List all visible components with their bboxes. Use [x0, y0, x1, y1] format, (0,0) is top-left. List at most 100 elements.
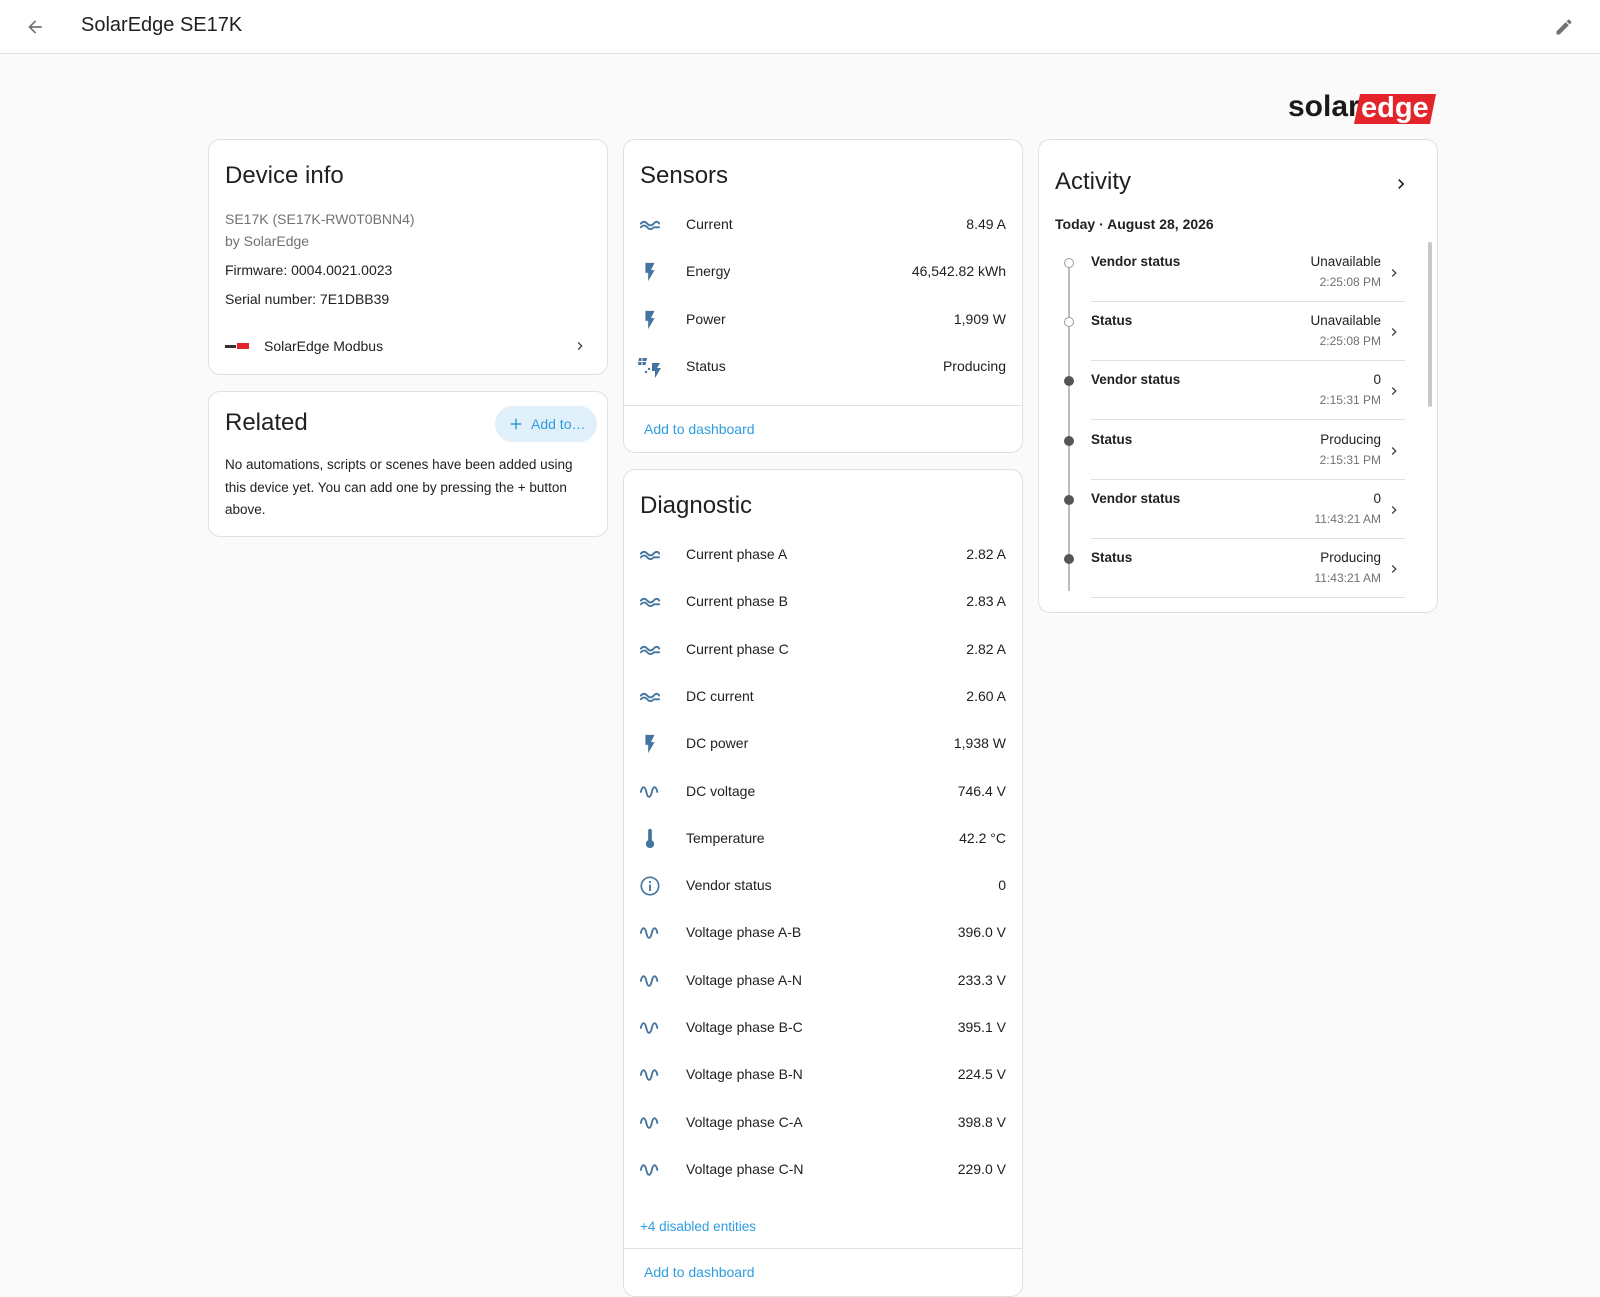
diagnostic-label: Temperature [686, 829, 765, 846]
pencil-icon [1556, 19, 1572, 35]
logbook-state: Unavailable [1310, 313, 1381, 329]
page-title: SolarEdge SE17K [81, 14, 243, 36]
sensor-value: 46,542.82 kWh [911, 263, 1006, 280]
logbook-entry[interactable]: Status Producing 2:15:31 PM [1039, 422, 1437, 480]
diagnostic-row[interactable]: Vendor status 0 [624, 863, 1022, 909]
diagnostic-row[interactable]: Voltage phase A-B 396.0 V [624, 910, 1022, 956]
diagnostic-add-to-dashboard[interactable]: Add to dashboard [644, 1264, 755, 1280]
diagnostic-row[interactable]: DC power 1,938 W [624, 721, 1022, 767]
logbook-entry[interactable]: Status Producing 11:43:21 AM [1039, 540, 1437, 598]
sensor-label: Power [686, 310, 726, 327]
sensor-row[interactable]: Energy 46,542.82 kWh [624, 249, 1022, 295]
diagnostic-value: 1,938 W [953, 735, 1006, 752]
related-card: Related Add to… No automations, scripts … [208, 391, 608, 537]
activity-open-button[interactable] [1389, 172, 1413, 196]
diagnostic-row[interactable]: DC voltage 746.4 V [624, 769, 1022, 815]
activity-card: Activity Today · August 28, 2026 Vendor … [1038, 139, 1438, 613]
sensors-divider [624, 405, 1022, 406]
sensors-card: Sensors Current 8.49 A Energy 46,542.82 kWh… [623, 139, 1023, 453]
logbook-divider [1091, 419, 1405, 421]
integration-link[interactable]: SolarEdge Modbus [209, 328, 607, 364]
chevron-right-icon [572, 338, 588, 354]
diagnostic-row[interactable]: Voltage phase B-C 395.1 V [624, 1005, 1022, 1051]
diagnostic-label: Voltage phase B-C [686, 1019, 803, 1035]
logbook-divider [1091, 360, 1405, 362]
sensor-row[interactable]: Current 8.49 A [624, 202, 1022, 248]
sine-wave-icon [638, 1063, 662, 1087]
logbook-entity-name: Status [1091, 313, 1133, 329]
related-title: Related [225, 409, 308, 436]
diagnostic-row[interactable]: Voltage phase C-A 398.8 V [624, 1100, 1022, 1146]
logbook-divider [1091, 478, 1405, 480]
logbook-entry[interactable]: Vendor status 0 11:43:21 AM [1039, 481, 1437, 539]
logbook-state: 0 [1373, 490, 1381, 506]
sine-wave-icon [638, 1158, 662, 1182]
sensors-add-to-dashboard[interactable]: Add to dashboard [644, 421, 755, 437]
current-ac-icon [638, 638, 662, 662]
timeline-dot [1064, 494, 1074, 505]
sensor-label: Energy [686, 263, 731, 280]
logbook-entity-name: Status [1091, 431, 1133, 447]
logbook-divider [1091, 301, 1405, 302]
timeline-dot [1064, 258, 1074, 268]
chevron-right-icon [1386, 561, 1402, 577]
flash-icon [638, 308, 662, 332]
logbook-entry[interactable]: Status Unavailable 2:25:08 PM [1039, 303, 1437, 362]
logbook-state: Producing [1320, 431, 1381, 447]
sine-wave-icon [638, 1016, 662, 1040]
edit-button[interactable] [1547, 10, 1581, 44]
information-icon [638, 874, 662, 898]
timeline-dot [1064, 554, 1074, 564]
logo-text-red: edge [1361, 92, 1429, 124]
logbook-entry[interactable]: Vendor status 0 2:15:31 PM [1039, 362, 1437, 421]
diagnostic-value: 396.0 V [957, 924, 1006, 941]
chevron-right-icon [1386, 324, 1402, 340]
sensor-label: Current [686, 216, 733, 232]
sensor-row[interactable]: Power 1,909 W [624, 297, 1022, 343]
diagnostic-label: DC voltage [686, 782, 756, 799]
diagnostic-value: 233.3 V [957, 971, 1006, 988]
logbook-entity-name: Vendor status [1091, 490, 1181, 506]
sine-wave-icon [638, 969, 662, 993]
diagnostic-row[interactable]: Current phase C 2.82 A [624, 627, 1022, 673]
diagnostic-card: Diagnostic Current phase A 2.82 A Current … [623, 469, 1023, 1297]
logbook-time: 2:25:08 PM [1319, 334, 1381, 349]
sensor-row[interactable]: Status Producing [624, 344, 1022, 390]
diagnostic-value: 746.4 V [957, 782, 1006, 799]
back-button[interactable] [18, 10, 52, 44]
diagnostic-row[interactable]: Voltage phase C-N 229.0 V [624, 1147, 1022, 1193]
disabled-entities-link[interactable]: +4 disabled entities [640, 1219, 756, 1234]
diagnostic-row[interactable]: Voltage phase B-N 224.5 V [624, 1052, 1022, 1098]
add-to-label: Add to… [531, 416, 586, 432]
timeline-dot [1064, 435, 1074, 446]
logbook-time: 2:15:31 PM [1319, 452, 1381, 467]
diagnostic-divider [624, 1248, 1022, 1249]
chevron-right-icon [1386, 443, 1402, 459]
logbook-time: 11:43:21 AM [1314, 511, 1382, 526]
diagnostic-row[interactable]: Voltage phase A-N 233.3 V [624, 958, 1022, 1004]
diagnostic-row[interactable]: Current phase B 2.83 A [624, 579, 1022, 625]
diagnostic-label: Voltage phase C-N [686, 1160, 804, 1177]
diagnostic-row[interactable]: DC current 2.60 A [624, 674, 1022, 720]
integration-label: SolarEdge Modbus [264, 338, 384, 354]
add-to-button[interactable]: Add to… [495, 406, 597, 442]
logbook-entry[interactable]: Vendor status Unavailable 2:25:08 PM [1039, 244, 1437, 302]
logo-text-dark: solar [1288, 90, 1360, 123]
current-ac-icon [638, 213, 662, 237]
diagnostic-label: Current phase B [686, 593, 788, 610]
device-info-title: Device info [225, 162, 344, 189]
device-firmware: Firmware: 0004.0021.0023 [225, 262, 393, 278]
device-serial: Serial number: 7E1DBB39 [225, 291, 390, 307]
logbook-divider [1091, 597, 1405, 598]
diagnostic-label: Current phase A [686, 546, 788, 562]
diagnostic-row[interactable]: Temperature 42.2 °C [624, 816, 1022, 862]
diagnostic-label: Voltage phase A-B [686, 924, 802, 941]
device-info-card: Device info SE17K (SE17K-RW0T0BNN4) by S… [208, 139, 608, 375]
chevron-right-icon [1386, 383, 1402, 399]
diagnostic-row[interactable]: Current phase A 2.82 A [624, 532, 1022, 578]
logbook-time: 2:25:08 PM [1319, 275, 1381, 289]
activity-title: Activity [1055, 168, 1132, 195]
sensor-value: 8.49 A [966, 216, 1006, 232]
diagnostic-label: Voltage phase C-A [686, 1113, 803, 1130]
logbook-time: 2:15:31 PM [1319, 393, 1381, 408]
